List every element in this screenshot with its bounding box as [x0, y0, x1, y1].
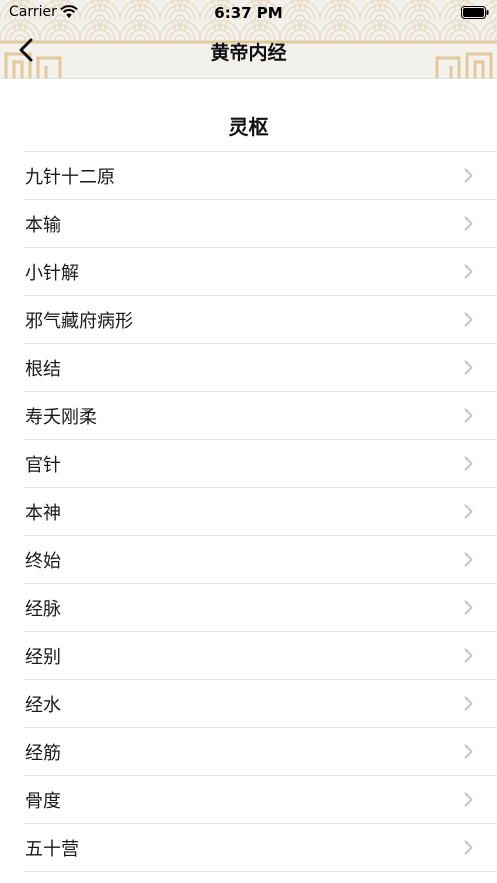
list-item-label: 小针解	[25, 262, 79, 284]
list-item-label: 根结	[25, 358, 61, 380]
section-title: 灵枢	[228, 115, 269, 139]
status-bar: Carrier 6:37 PM	[0, 0, 497, 26]
battery-icon	[461, 6, 489, 23]
chevron-right-icon	[464, 360, 473, 379]
chapter-list: 九针十二原本输小针解邪气藏府病形 根结寿夭刚柔官针本神终始经脉经别经水经筋骨度五十…	[24, 151, 497, 872]
list-item[interactable]: 九针十二原	[24, 152, 497, 200]
content: 灵枢 九针十二原本输小针解邪气藏府病形 根结寿夭刚柔官针本神终始经脉经别经水经筋骨…	[0, 79, 497, 872]
chevron-right-icon	[464, 792, 473, 811]
list-item-label: 邪气藏府病形	[25, 310, 133, 332]
chevron-right-icon	[464, 312, 473, 331]
chevron-right-icon	[464, 216, 473, 235]
list-item[interactable]: 经脉	[24, 584, 497, 632]
chevron-right-icon	[464, 840, 473, 859]
chevron-right-icon	[464, 264, 473, 283]
list-item-label: 本神	[25, 502, 61, 524]
list-item-label: 五十营	[25, 838, 79, 860]
screen: Carrier 6:37 PM 黄帝内经 灵枢 九针十二原 本输 小针解 邪气藏…	[0, 0, 497, 883]
header: Carrier 6:37 PM 黄帝内经	[0, 0, 497, 79]
chevron-right-icon	[464, 504, 473, 523]
list-item[interactable]: 本输	[24, 200, 497, 248]
list-item-label: 经脉	[25, 598, 61, 620]
list-item[interactable]: 骨度	[24, 776, 497, 824]
list-item-label: 经别	[25, 646, 61, 668]
clock: 6:37 PM	[214, 4, 283, 22]
list-item-label: 九针十二原	[25, 166, 115, 188]
list-item-label: 骨度	[25, 790, 61, 812]
chevron-right-icon	[464, 648, 473, 667]
list-item-label: 本输	[25, 214, 61, 236]
list-item[interactable]: 官针	[24, 440, 497, 488]
nav-bar: 黄帝内经	[0, 30, 497, 74]
page-title: 黄帝内经	[210, 42, 287, 64]
chevron-right-icon	[464, 744, 473, 763]
list-item[interactable]: 五十营	[24, 824, 497, 872]
list-item[interactable]: 根结	[24, 344, 497, 392]
list-item-label: 经筋	[25, 742, 61, 764]
list-item[interactable]: 本神	[24, 488, 497, 536]
list-item[interactable]: 经水	[24, 680, 497, 728]
list-item-label: 寿夭刚柔	[25, 406, 97, 428]
list-item[interactable]: 小针解	[24, 248, 497, 296]
chevron-right-icon	[464, 456, 473, 475]
list-item-label: 经水	[25, 694, 61, 716]
list-item[interactable]: 终始	[24, 536, 497, 584]
chevron-right-icon	[464, 168, 473, 187]
chevron-right-icon	[464, 552, 473, 571]
list-item-label: 终始	[25, 550, 61, 572]
list-item[interactable]: 邪气藏府病形	[24, 296, 497, 344]
list-item[interactable]: 经别	[24, 632, 497, 680]
chevron-right-icon	[464, 696, 473, 715]
list-item[interactable]: 寿夭刚柔	[24, 392, 497, 440]
chevron-right-icon	[464, 600, 473, 619]
list-item[interactable]: 经筋	[24, 728, 497, 776]
list-item-label: 官针	[25, 454, 61, 476]
chevron-right-icon	[464, 408, 473, 427]
